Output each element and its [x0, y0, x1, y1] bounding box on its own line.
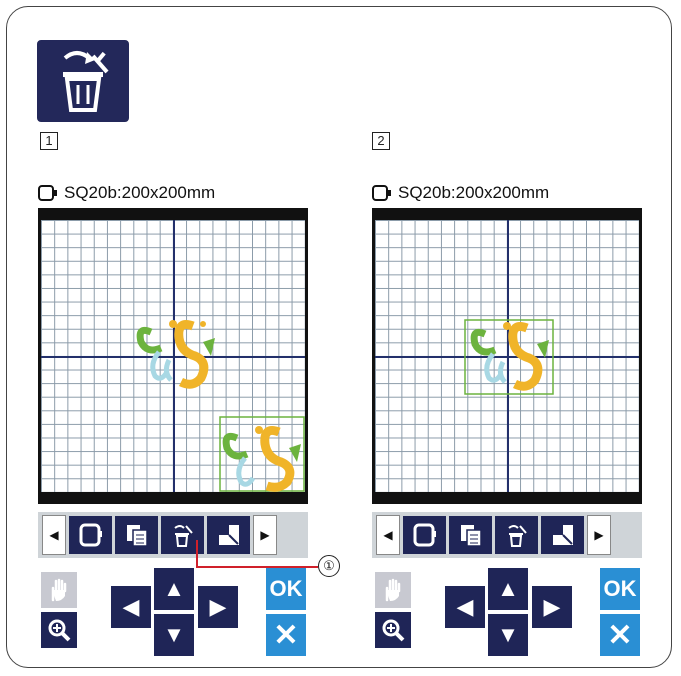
hoop-grid[interactable] — [41, 220, 305, 492]
callout-line-vertical — [196, 540, 198, 567]
hoop-title: SQ20b:200x200mm — [372, 182, 549, 204]
zoom-in-icon — [382, 619, 405, 642]
ok-button[interactable]: OK — [600, 568, 640, 610]
resize-button[interactable] — [541, 516, 584, 554]
zoom-button[interactable] — [41, 612, 77, 648]
resize-icon — [218, 525, 239, 545]
hoop-icon — [38, 185, 57, 201]
embroidery-design-original[interactable] — [463, 314, 555, 396]
cancel-button[interactable]: ✕ — [266, 614, 306, 656]
move-left-button[interactable]: ◀ — [445, 586, 485, 628]
toolbar-left-arrow[interactable]: ◀ — [376, 515, 400, 555]
toolbar-left-arrow[interactable]: ◀ — [42, 515, 66, 555]
edit-screen — [372, 208, 642, 504]
copy-icon — [126, 525, 148, 547]
step-2-label: 2 — [372, 132, 390, 150]
move-down-button[interactable]: ▼ — [488, 614, 528, 656]
delete-icon — [37, 40, 129, 122]
hand-button[interactable] — [375, 572, 411, 608]
hoop-title: SQ20b:200x200mm — [38, 182, 215, 204]
edit-toolbar: ◀ ▶ — [372, 512, 642, 558]
zoom-in-icon — [48, 619, 71, 642]
toolbar-right-arrow[interactable]: ▶ — [253, 515, 277, 555]
edit-toolbar: ◀ ▶ — [38, 512, 308, 558]
delete-button[interactable] — [161, 516, 204, 554]
copy-button[interactable] — [449, 516, 492, 554]
hoop-size-label: SQ20b:200x200mm — [64, 183, 216, 202]
delete-button[interactable] — [495, 516, 538, 554]
toolbar-right-arrow[interactable]: ▶ — [587, 515, 611, 555]
move-right-button[interactable]: ▶ — [532, 586, 572, 628]
move-down-button[interactable]: ▼ — [154, 614, 194, 656]
hoop-select-icon — [413, 523, 436, 547]
embroidery-design-original[interactable] — [133, 312, 223, 392]
step-1-label: 1 — [40, 132, 58, 150]
delete-icon — [173, 525, 193, 547]
hoop-grid[interactable] — [375, 220, 639, 492]
callout-line-horizontal — [196, 566, 318, 568]
resize-icon — [552, 525, 573, 545]
hoop-select-button[interactable] — [69, 516, 112, 554]
hoop-icon — [372, 185, 391, 201]
edit-screen — [38, 208, 308, 504]
embroidery-design-copy[interactable] — [219, 416, 305, 492]
move-right-button[interactable]: ▶ — [198, 586, 238, 628]
hoop-select-button[interactable] — [403, 516, 446, 554]
copy-button[interactable] — [115, 516, 158, 554]
hand-icon — [385, 578, 401, 602]
copy-icon — [460, 525, 482, 547]
ok-button[interactable]: OK — [266, 568, 306, 610]
cancel-button[interactable]: ✕ — [600, 614, 640, 656]
resize-button[interactable] — [207, 516, 250, 554]
zoom-button[interactable] — [375, 612, 411, 648]
move-up-button[interactable]: ▲ — [154, 568, 194, 610]
hand-icon — [51, 578, 67, 602]
hoop-select-icon — [79, 523, 102, 547]
callout-number: ① — [318, 555, 340, 577]
move-left-button[interactable]: ◀ — [111, 586, 151, 628]
hand-button[interactable] — [41, 572, 77, 608]
delete-icon — [507, 525, 527, 547]
hoop-size-label: SQ20b:200x200mm — [398, 183, 550, 202]
move-up-button[interactable]: ▲ — [488, 568, 528, 610]
